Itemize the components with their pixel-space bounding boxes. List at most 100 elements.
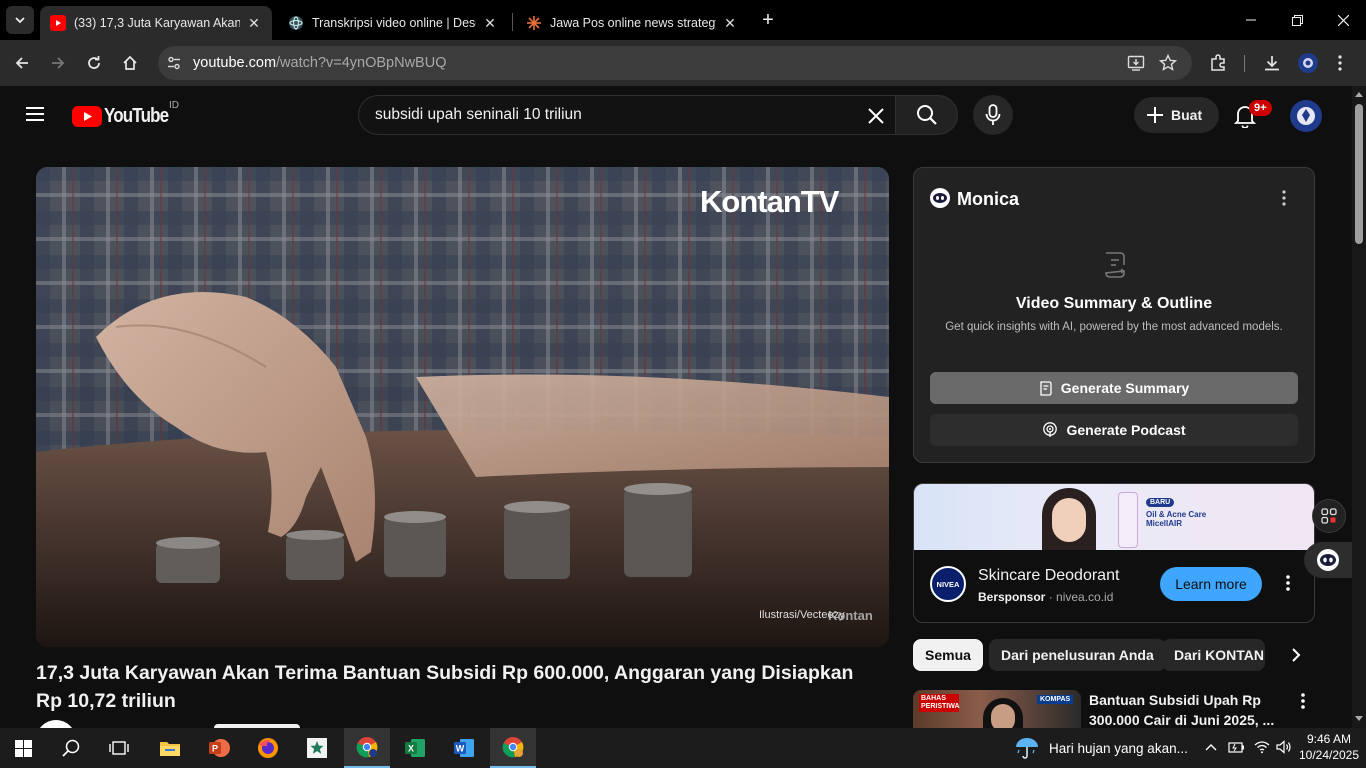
install-app-icon[interactable] (1127, 54, 1145, 77)
ad-banner-image[interactable]: BARU Oil & Acne Care MicellAIR (914, 484, 1314, 550)
voice-search-button[interactable] (973, 95, 1013, 135)
back-button[interactable] (9, 50, 35, 76)
wifi-icon (1254, 741, 1270, 754)
kebab-menu-icon (1282, 190, 1286, 206)
monica-menu-button[interactable] (1278, 190, 1290, 208)
chrome-icon (502, 737, 524, 758)
chips-next-button[interactable] (1266, 638, 1316, 672)
search-button[interactable] (895, 95, 958, 135)
monica-launcher-button[interactable] (1304, 542, 1352, 578)
battery-status[interactable] (1228, 740, 1246, 759)
close-icon[interactable]: ✕ (722, 15, 738, 32)
close-window-button[interactable] (1320, 0, 1366, 40)
scrollbar-thumb[interactable] (1355, 104, 1363, 244)
new-tab-button[interactable]: + (756, 8, 780, 32)
bookmark-star-icon[interactable] (1158, 53, 1178, 77)
generate-podcast-button[interactable]: Generate Podcast (930, 414, 1298, 446)
powerpoint-icon: P (209, 739, 230, 757)
browser-toolbar: youtube.com/watch?v=4ynOBpNwBUQ (0, 40, 1366, 86)
clock[interactable]: 9:46 AM 10/24/2025 (1298, 731, 1360, 763)
youtube-logo[interactable]: YouTube (72, 105, 180, 128)
umbrella-rain-icon (1016, 738, 1038, 759)
clear-search-button[interactable] (867, 107, 885, 130)
generate-podcast-label: Generate Podcast (1066, 422, 1186, 438)
windows-taskbar: P X W Hari hujan yang akan... 9:46 AM 10… (0, 728, 1366, 768)
search-input[interactable]: subsidi upah seninali 10 triliun (375, 106, 582, 124)
restore-button[interactable] (1274, 0, 1320, 40)
generate-summary-label: Generate Summary (1060, 380, 1190, 396)
tab-transkripsi[interactable]: Transkripsi video online | Desgn ✕ (278, 6, 508, 40)
channel-brand-overlay: KontanTV (700, 184, 839, 219)
forward-button[interactable] (45, 50, 71, 76)
related-video-menu-button[interactable] (1301, 693, 1311, 711)
ad-menu-button[interactable] (1282, 575, 1294, 593)
reload-button[interactable] (81, 50, 107, 76)
sponsored-ad-card[interactable]: BARU Oil & Acne Care MicellAIR NIVEA Ski… (913, 483, 1315, 623)
home-button[interactable] (117, 50, 143, 76)
learn-more-label: Learn more (1175, 576, 1247, 592)
chip-semua[interactable]: Semua (913, 639, 983, 671)
home-icon (123, 55, 137, 70)
youtube-icon (50, 15, 66, 31)
weather-widget[interactable]: Hari hujan yang akan... (1014, 728, 1188, 768)
chip-dari-kontan[interactable]: Dari KONTAN TV (1162, 639, 1265, 671)
profile-avatar[interactable] (1295, 50, 1321, 76)
task-view-button[interactable] (96, 728, 142, 768)
extensions-button[interactable] (1205, 50, 1231, 76)
nivea-logo[interactable]: NIVEA (930, 566, 966, 602)
related-video-item[interactable]: BAHAS PERISTIWA KOMPAS Bantuan Subsidi U… (913, 690, 1315, 728)
chrome-button-active[interactable] (344, 728, 390, 768)
excel-button[interactable]: X (392, 728, 438, 768)
minimize-button[interactable] (1228, 0, 1274, 40)
word-button[interactable]: W (441, 728, 487, 768)
create-button[interactable]: Buat (1134, 97, 1219, 133)
learn-more-button[interactable]: Learn more (1160, 567, 1262, 601)
channel-avatar[interactable] (36, 720, 76, 728)
tab-search-button[interactable] (6, 6, 34, 34)
arrow-right-icon (52, 57, 65, 69)
search-box[interactable]: subsidi upah seninali 10 triliun (358, 95, 896, 135)
account-avatar[interactable] (1290, 100, 1322, 132)
download-icon (1265, 56, 1279, 71)
downloads-button[interactable] (1259, 50, 1285, 76)
tab-youtube[interactable]: (33) 17,3 Juta Karyawan Akan Te ✕ (40, 6, 272, 40)
file-explorer-button[interactable] (147, 728, 193, 768)
taskbar-search-button[interactable] (48, 728, 94, 768)
tab-title: Jawa Pos online news strategy - (550, 16, 716, 30)
tab-jawapos[interactable]: Jawa Pos online news strategy - ✕ (516, 6, 748, 40)
related-video-title[interactable]: Bantuan Subsidi Upah Rp 300.000 Cair di … (1089, 690, 1277, 728)
scrollbar-down-arrow[interactable] (1355, 716, 1363, 721)
toolbar-divider (1244, 55, 1245, 72)
task-view-icon (109, 741, 129, 755)
close-icon[interactable]: ✕ (482, 15, 498, 32)
address-bar[interactable]: youtube.com/watch?v=4ynOBpNwBUQ (158, 46, 1192, 80)
network-status[interactable] (1254, 740, 1270, 759)
chrome-profile-button[interactable] (490, 728, 536, 768)
guide-menu-button[interactable] (24, 105, 48, 125)
powerpoint-button[interactable]: P (196, 728, 242, 768)
clock-date: 10/24/2025 (1298, 748, 1360, 762)
tray-overflow-button[interactable] (1204, 740, 1218, 759)
close-icon[interactable]: ✕ (246, 15, 262, 32)
site-info-icon[interactable] (166, 55, 182, 76)
youtube-header: YouTube ID subsidi upah seninali 10 tril… (0, 86, 1352, 144)
ad-title[interactable]: Skincare Deodorant (978, 567, 1119, 585)
search-icon (916, 105, 937, 125)
monica-apps-button[interactable] (1312, 499, 1346, 533)
start-button[interactable] (0, 728, 46, 768)
related-video-thumbnail[interactable]: BAHAS PERISTIWA KOMPAS (913, 690, 1081, 728)
monica-panel: Monica Video Summary & Outline Get quick… (913, 167, 1315, 463)
firefox-button[interactable] (245, 728, 291, 768)
generate-summary-button[interactable]: Generate Summary (930, 372, 1298, 404)
plus-icon (1147, 107, 1163, 123)
ad-domain: nivea.co.id (1056, 590, 1114, 604)
pinned-app-button[interactable] (294, 728, 340, 768)
chip-dari-penelusuran[interactable]: Dari penelusuran Anda (989, 639, 1166, 671)
scrollbar-up-arrow[interactable] (1355, 92, 1363, 97)
browser-menu-button[interactable] (1327, 50, 1353, 76)
monica-title: Monica (957, 189, 1020, 209)
chrome-icon (356, 737, 378, 758)
page-scrollbar[interactable] (1352, 86, 1366, 728)
video-player[interactable]: KontanTV Ilustrasi/Vecteezy Kontan (36, 167, 889, 647)
volume-control[interactable] (1276, 740, 1292, 759)
